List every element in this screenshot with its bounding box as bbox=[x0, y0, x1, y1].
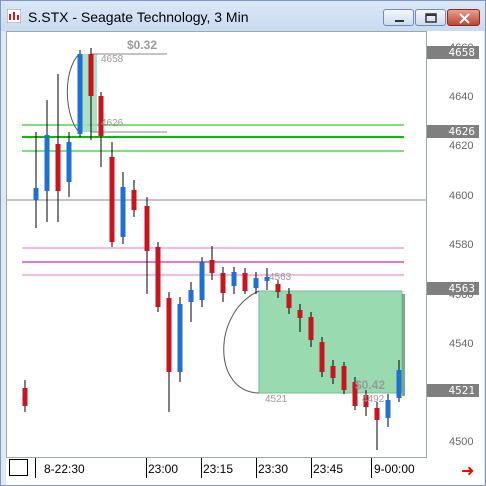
candle bbox=[242, 268, 248, 294]
time-label: 8-22:30 bbox=[44, 462, 85, 476]
time-tick bbox=[371, 458, 372, 478]
time-tick bbox=[201, 458, 202, 478]
time-label: 23:00 bbox=[148, 462, 179, 476]
price-gridline-label: 4500 bbox=[449, 436, 474, 448]
close-button[interactable] bbox=[447, 9, 480, 26]
candle bbox=[109, 142, 115, 247]
price-gridline-label: 4600 bbox=[449, 190, 474, 202]
candle bbox=[66, 132, 72, 197]
price-gridline-label: 4580 bbox=[449, 239, 474, 251]
time-tick bbox=[35, 458, 36, 478]
title-bar[interactable]: S.STX - Seagate Technology, 3 Min bbox=[1, 1, 485, 31]
candle bbox=[374, 402, 380, 450]
bottom-high-label: 4563 bbox=[269, 272, 292, 283]
candle bbox=[98, 92, 104, 167]
top-high-label: 4658 bbox=[101, 54, 124, 65]
candle bbox=[77, 50, 83, 137]
price-marker-last: 4521 bbox=[427, 384, 479, 397]
price-gridline-label: 4620 bbox=[449, 140, 474, 152]
price-chart[interactable]: $0.32 4658 4626 4563 $0.42 4521 4492 bbox=[6, 31, 427, 458]
time-tick bbox=[256, 458, 257, 478]
candle bbox=[188, 282, 194, 322]
time-label: 9-00:00 bbox=[374, 462, 415, 476]
candle bbox=[177, 297, 183, 382]
maximize-button[interactable] bbox=[415, 9, 446, 26]
candle bbox=[120, 172, 126, 244]
time-label: 23:45 bbox=[313, 462, 344, 476]
scroll-right-arrow-icon[interactable]: ➜ bbox=[461, 461, 474, 481]
chart-window: S.STX - Seagate Technology, 3 Min $0.32 … bbox=[0, 0, 486, 486]
time-tick bbox=[146, 458, 147, 478]
price-axis[interactable]: 4660 4640 4620 4600 4580 4560 4540 4520 … bbox=[427, 31, 484, 458]
candle bbox=[341, 362, 347, 394]
candle bbox=[144, 197, 150, 294]
price-marker: 4563 bbox=[427, 282, 479, 295]
candle bbox=[166, 292, 172, 412]
time-axis[interactable]: 8-22:30 23:00 23:15 23:30 23:45 9-00:00 … bbox=[6, 458, 484, 485]
candles bbox=[22, 48, 402, 450]
price-marker: 4626 bbox=[427, 125, 479, 138]
candle bbox=[385, 394, 391, 427]
candle bbox=[44, 100, 50, 222]
top-gain-label: $0.32 bbox=[127, 38, 158, 52]
bottom-gain-label: $0.42 bbox=[355, 378, 386, 392]
top-low-label: 4626 bbox=[101, 118, 124, 129]
maximize-icon bbox=[425, 13, 437, 23]
candle bbox=[155, 242, 161, 312]
time-label: 23:30 bbox=[258, 462, 289, 476]
window-title: S.STX - Seagate Technology, 3 Min bbox=[28, 9, 249, 25]
candle bbox=[199, 257, 205, 307]
price-marker-high: 4658 bbox=[427, 46, 479, 59]
bottom-extra-label: 4492 bbox=[362, 394, 385, 405]
candle bbox=[22, 380, 28, 412]
price-gridline-label: 4640 bbox=[449, 91, 474, 103]
time-label: 23:15 bbox=[203, 462, 234, 476]
price-gridline-label: 4540 bbox=[449, 338, 474, 350]
chart-app-icon bbox=[7, 9, 21, 23]
bottom-arc bbox=[223, 290, 260, 394]
bottom-low-label: 4521 bbox=[265, 394, 288, 405]
minimize-button[interactable] bbox=[383, 9, 414, 26]
candle bbox=[231, 267, 237, 294]
bottom-box-shadow bbox=[402, 294, 405, 396]
candle bbox=[220, 267, 226, 302]
candle bbox=[319, 337, 325, 377]
close-icon bbox=[459, 13, 470, 24]
corner-box[interactable] bbox=[9, 459, 28, 476]
minimize-icon bbox=[395, 20, 404, 22]
time-tick bbox=[311, 458, 312, 478]
top-arc bbox=[66, 53, 80, 133]
candle bbox=[33, 132, 39, 228]
candle bbox=[131, 180, 137, 217]
